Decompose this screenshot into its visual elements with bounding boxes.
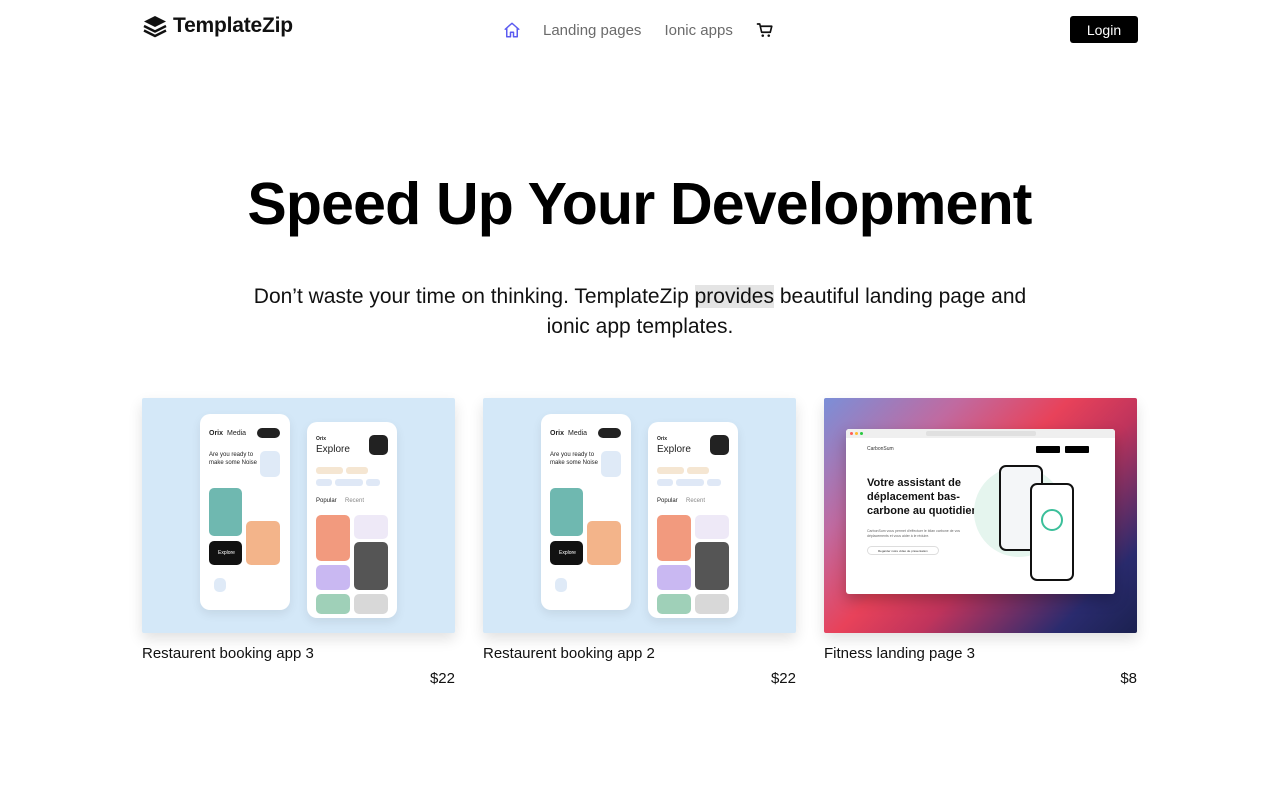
mock-chip (316, 467, 343, 474)
template-title[interactable]: Restaurent booking app 2 (483, 645, 796, 662)
template-price: $8 (1120, 670, 1137, 687)
browser-toolbar (846, 429, 1115, 438)
template-card[interactable]: CarbonSum Votre assistant de déplacement… (824, 398, 1137, 687)
mock-photo (354, 594, 388, 614)
mock-explore-title: Explore (657, 444, 691, 455)
mock-app-name: Orix (209, 430, 224, 437)
home-icon[interactable] (503, 20, 523, 40)
template-card[interactable]: Orix Media Are you ready to make some No… (483, 398, 796, 687)
mock-headline: Are you ready to make some Noise (209, 452, 258, 466)
mock-app-name: Orix (657, 436, 668, 442)
mock-tab-recent: Recent (686, 498, 706, 504)
mock-chip (657, 467, 684, 474)
mock-app-name: Orix (550, 430, 565, 437)
phone-mock: Orix Explore Popular Recent (648, 422, 738, 618)
mock-chip (687, 467, 709, 474)
template-thumbnail[interactable]: CarbonSum Votre assistant de déplacement… (824, 398, 1137, 633)
mock-photo (246, 521, 280, 565)
template-price: $22 (429, 670, 455, 687)
mock-tile (369, 435, 388, 455)
mock-chip (676, 479, 704, 486)
brand-logo[interactable]: TemplateZip (143, 14, 293, 38)
login-button[interactable]: Login (1070, 16, 1138, 43)
mock-tab-popular: Popular (316, 498, 337, 504)
mock-gauge (1041, 509, 1063, 531)
top-nav: TemplateZip Landing pages Ionic apps Log… (143, 14, 1138, 46)
phone-mock: Orix Explore Popular Recent (307, 422, 397, 618)
mock-photo (657, 565, 691, 590)
mock-chip (707, 479, 721, 486)
template-title[interactable]: Fitness landing page 3 (824, 645, 1137, 662)
mock-app-name: Orix (316, 436, 327, 442)
mock-tile (587, 488, 621, 516)
mock-chip (657, 479, 673, 486)
window-close-dot (850, 432, 853, 435)
mock-photo (354, 542, 388, 590)
template-title[interactable]: Restaurent booking app 3 (142, 645, 455, 662)
template-thumbnail[interactable]: Orix Media Are you ready to make some No… (483, 398, 796, 633)
phone-mock: Orix Media Are you ready to make some No… (541, 414, 631, 610)
mock-explore-label: Explore (218, 550, 235, 556)
nav-link-ionic-apps[interactable]: Ionic apps (664, 22, 732, 39)
mock-photo (695, 542, 729, 590)
mock-explore-title: Explore (316, 444, 350, 455)
mock-chip (335, 479, 363, 486)
hero-title: Speed Up Your Development (247, 171, 1032, 237)
browser-mock: CarbonSum Votre assistant de déplacement… (846, 429, 1115, 594)
mock-tile (710, 435, 729, 455)
template-thumbnail[interactable]: Orix Media Are you ready to make some No… (142, 398, 455, 633)
nav-links: Landing pages Ionic apps (503, 16, 776, 44)
mock-chip (316, 479, 332, 486)
template-price: $22 (770, 670, 796, 687)
browser-url-bar (926, 431, 1036, 436)
mock-body: CarbonSum vous permet d'effectuer le bil… (867, 529, 961, 538)
mock-photo (695, 594, 729, 614)
template-grid: Orix Media Are you ready to make some No… (142, 398, 1137, 687)
mock-cta: Regarder notre vidéo de présentation (867, 546, 939, 555)
hero-subtitle-highlight: provides (694, 285, 774, 308)
hero-subtitle-text: Don’t waste your time on thinking. Templ… (253, 285, 695, 308)
mock-photo (316, 515, 350, 561)
nav-link-landing-pages[interactable]: Landing pages (543, 22, 641, 39)
mock-nav (214, 578, 226, 592)
mock-photo (316, 565, 350, 590)
window-minimize-dot (855, 432, 858, 435)
mock-tile (246, 488, 280, 516)
mock-pill (257, 428, 280, 438)
mock-photo (354, 515, 388, 539)
layers-icon (143, 16, 167, 38)
mock-photo (657, 515, 691, 561)
mock-photo (316, 594, 350, 614)
brand-name: TemplateZip (173, 14, 293, 37)
window-maximize-dot (860, 432, 863, 435)
template-card[interactable]: Orix Media Are you ready to make some No… (142, 398, 455, 687)
mock-photo (209, 488, 242, 536)
mock-tile (260, 451, 280, 477)
phone-mock: Orix Media Are you ready to make some No… (200, 414, 290, 610)
app-store-badge (1036, 446, 1060, 453)
mock-photo (695, 515, 729, 539)
mock-photo (587, 521, 621, 565)
mock-pill (598, 428, 621, 438)
mock-chip (346, 467, 368, 474)
mock-app-suffix: Media (227, 430, 247, 437)
mock-headline: Votre assistant de déplacement bas-carbo… (867, 477, 979, 517)
cart-icon[interactable] (756, 20, 776, 40)
mock-headline: Are you ready to make some Noise (550, 452, 599, 466)
mock-tab-recent: Recent (345, 498, 365, 504)
mock-explore-label: Explore (559, 550, 576, 556)
mock-nav (555, 578, 567, 592)
mock-logo: CarbonSum (867, 446, 894, 452)
mock-tile (601, 451, 621, 477)
mock-chip (366, 479, 380, 486)
mock-tab-popular: Popular (657, 498, 678, 504)
mock-photo (657, 594, 691, 614)
mock-app-suffix: Media (568, 430, 588, 437)
hero-subtitle: Don’t waste your time on thinking. Templ… (245, 282, 1035, 342)
google-play-badge (1065, 446, 1089, 453)
mock-photo (550, 488, 583, 536)
mock-phone (1030, 483, 1074, 581)
